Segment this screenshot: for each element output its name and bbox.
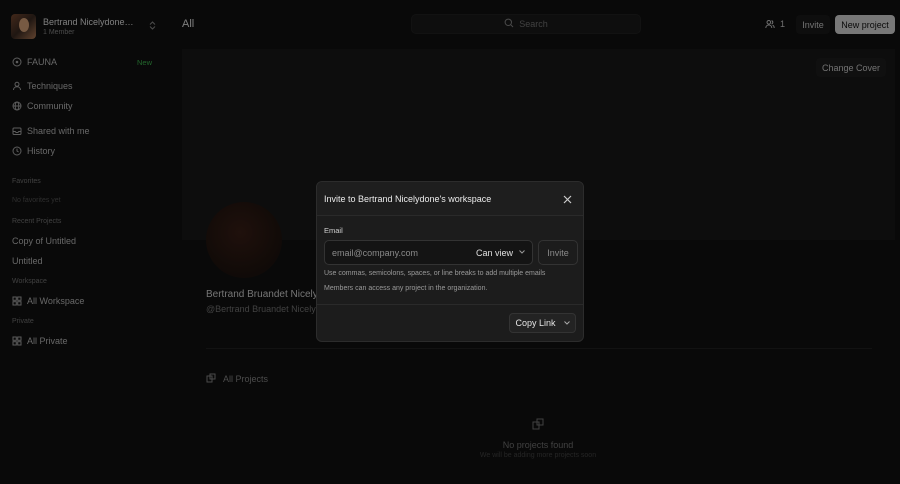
multiple-emails-hint: Use commas, semicolons, spaces, or line … bbox=[324, 270, 546, 277]
copy-link-label: Copy Link bbox=[515, 318, 556, 328]
members-access-hint: Members can access any project in the or… bbox=[324, 285, 488, 292]
modal-divider bbox=[317, 304, 583, 305]
send-invite-button[interactable]: Invite bbox=[538, 240, 578, 265]
modal-title: Invite to Bertrand Nicelydone's workspac… bbox=[324, 193, 492, 204]
email-input[interactable] bbox=[325, 247, 476, 258]
email-label: Email bbox=[324, 226, 343, 235]
permission-select[interactable]: Can view bbox=[476, 248, 532, 258]
copy-link-button[interactable]: Copy Link bbox=[509, 313, 576, 333]
close-icon[interactable] bbox=[561, 193, 573, 205]
permission-value: Can view bbox=[475, 247, 513, 258]
chevron-down-icon bbox=[563, 320, 570, 327]
chevron-down-icon bbox=[519, 249, 525, 256]
email-field-container: Can view bbox=[324, 240, 533, 265]
modal-header: Invite to Bertrand Nicelydone's workspac… bbox=[317, 182, 583, 216]
invite-modal: Invite to Bertrand Nicelydone's workspac… bbox=[316, 181, 584, 342]
